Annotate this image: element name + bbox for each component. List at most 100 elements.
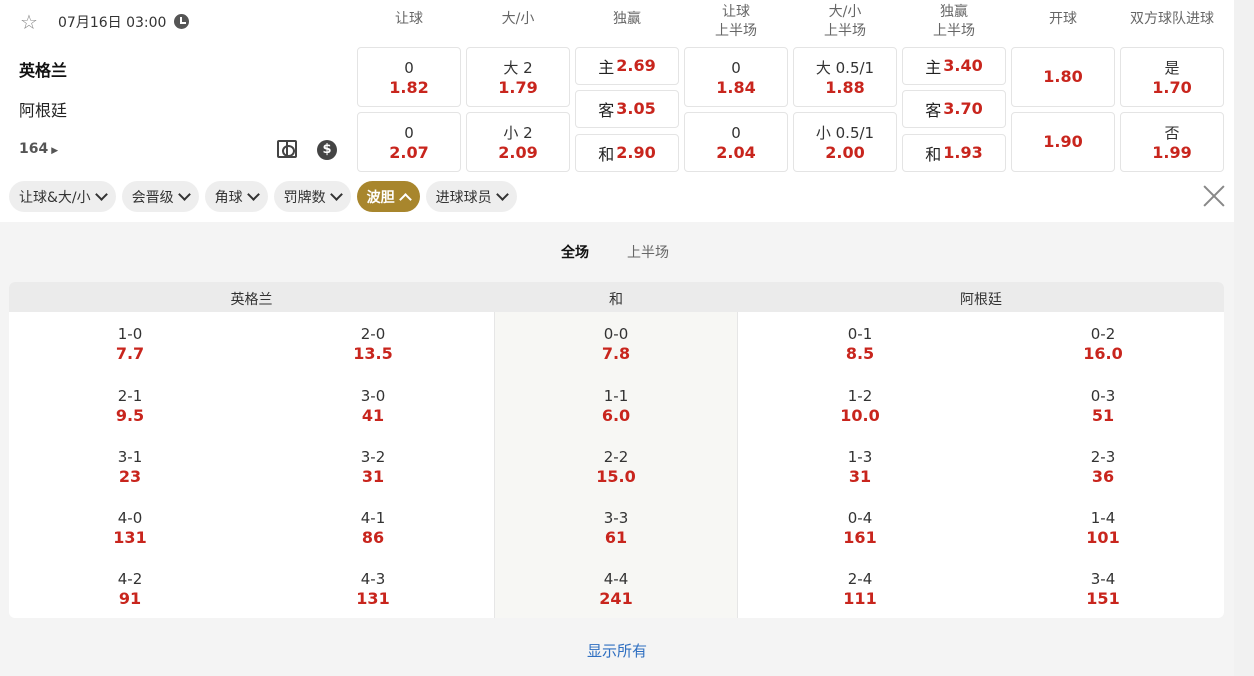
tab-full-time[interactable]: 全场 (561, 242, 589, 262)
odds-cell-kickoff-home[interactable]: 1.80 (1011, 47, 1115, 107)
odds-value: 2.00 (825, 143, 865, 162)
col-head-line1: 大/小 (501, 11, 535, 27)
filter-label: 让球&大/小 (19, 189, 91, 206)
col-head-line1: 开球 (1049, 11, 1077, 27)
score-cell[interactable]: 1-3 31 (800, 448, 920, 487)
odds-cell-1x2-home[interactable]: 主 2.69 (575, 47, 679, 85)
chevron-up-icon (398, 192, 412, 206)
favorite-star-icon[interactable]: ☆ (18, 11, 40, 33)
filter-bookings[interactable]: 罚牌数 (273, 181, 351, 212)
chevron-down-icon (94, 187, 108, 201)
close-icon[interactable] (1203, 185, 1225, 207)
odds-value: 36 (1091, 467, 1115, 486)
col-head-handicap: 让球 (357, 10, 461, 29)
match-datetime: 07月16日 03:00 (58, 15, 167, 31)
score-cell[interactable]: 4-0 131 (70, 509, 190, 548)
score-cell[interactable]: 3-2 31 (313, 448, 433, 487)
filter-handicap-total[interactable]: 让球&大/小 (9, 181, 116, 212)
score-label: 3-4 (1090, 570, 1116, 588)
odds-value: 1.79 (498, 78, 538, 97)
odds-cell-h1-handicap-away[interactable]: 0 2.04 (684, 112, 788, 172)
header-away: 阿根廷 (960, 292, 1002, 308)
score-label: 0-0 (603, 325, 629, 343)
odds-cell-btts-yes[interactable]: 是 1.70 (1120, 47, 1224, 107)
odds-cell-h1-1x2-away[interactable]: 客 3.70 (902, 90, 1006, 128)
score-cell[interactable]: 4-1 86 (313, 509, 433, 548)
score-label: 1-1 (603, 387, 629, 405)
score-cell[interactable]: 0-3 51 (1043, 387, 1163, 426)
odds-cell-btts-no[interactable]: 否 1.99 (1120, 112, 1224, 172)
col-head-h1-over-under: 大/小 上半场 (793, 3, 897, 41)
odds-cell-under[interactable]: 小 2 2.09 (466, 112, 570, 172)
filter-goalscorer[interactable]: 进球球员 (425, 181, 517, 212)
score-cell[interactable]: 1-2 10.0 (800, 387, 920, 426)
filter-corners[interactable]: 角球 (204, 181, 268, 212)
odds-value: 3.40 (943, 56, 983, 75)
handicap-line: 0 (404, 59, 414, 77)
match-header: ☆ 07月16日 03:00 英格兰 阿根廷 164 ▶ $ 让球 大/小 独赢 … (0, 0, 1234, 222)
score-label: 4-1 (360, 509, 386, 527)
score-cell[interactable]: 2-2 15.0 (556, 448, 676, 487)
odds-cell-handicap-home[interactable]: 0 1.82 (357, 47, 461, 107)
odds-value: 131 (356, 589, 390, 608)
odds-cell-kickoff-away[interactable]: 1.90 (1011, 112, 1115, 172)
score-cell[interactable]: 1-0 7.7 (70, 325, 190, 364)
dollar-icon[interactable]: $ (317, 140, 337, 160)
score-label: 1-2 (847, 387, 873, 405)
table-header: 英格兰 和 阿根廷 (9, 282, 1224, 312)
handicap-line: 0 (731, 124, 741, 142)
odds-cell-over[interactable]: 大 2 1.79 (466, 47, 570, 107)
outcome-label: 主 (598, 58, 615, 77)
score-cell[interactable]: 1-1 6.0 (556, 387, 676, 426)
col-head-line1: 让球 (722, 4, 750, 20)
odds-cell-h1-under[interactable]: 小 0.5/1 2.00 (793, 112, 897, 172)
score-cell[interactable]: 2-3 36 (1043, 448, 1163, 487)
score-label: 4-0 (117, 509, 143, 527)
chevron-down-icon (177, 187, 191, 201)
tab-first-half[interactable]: 上半场 (627, 242, 669, 262)
score-cell[interactable]: 0-2 16.0 (1043, 325, 1163, 364)
score-cell[interactable]: 0-0 7.8 (556, 325, 676, 364)
score-label: 0-2 (1090, 325, 1116, 343)
score-cell[interactable]: 3-3 61 (556, 509, 676, 548)
score-cell[interactable]: 3-1 23 (70, 448, 190, 487)
odds-value: 31 (848, 467, 872, 486)
odds-cell-h1-1x2-draw[interactable]: 和 1.93 (902, 134, 1006, 172)
score-cell[interactable]: 2-1 9.5 (70, 387, 190, 426)
odds-cell-1x2-away[interactable]: 客 3.05 (575, 90, 679, 128)
show-all-link[interactable]: 显示所有 (0, 640, 1234, 661)
col-head-line1: 双方球队进球 (1130, 11, 1214, 27)
odds-value: 15.0 (596, 467, 636, 486)
odds-cell-handicap-away[interactable]: 0 2.07 (357, 112, 461, 172)
score-cell[interactable]: 3-4 151 (1043, 570, 1163, 609)
scrollbar[interactable] (1234, 0, 1254, 676)
odds-cell-h1-handicap-home[interactable]: 0 1.84 (684, 47, 788, 107)
odds-cell-h1-over[interactable]: 大 0.5/1 1.88 (793, 47, 897, 107)
odds-value: 2.04 (716, 143, 756, 162)
score-cell[interactable]: 1-4 101 (1043, 509, 1163, 548)
pitch-icon[interactable] (277, 140, 297, 158)
outcome-label: 和 (925, 145, 942, 164)
odds-value: 111 (843, 589, 877, 608)
filter-to-qualify[interactable]: 会晋级 (121, 181, 199, 212)
correct-score-table: 英格兰 和 阿根廷 1-0 7.7 2-1 9.5 3-1 23 4-0 131 4-2 91 2-… (9, 282, 1224, 618)
score-cell[interactable]: 2-4 111 (800, 570, 920, 609)
score-cell[interactable]: 4-3 131 (313, 570, 433, 609)
score-cell[interactable]: 4-4 241 (556, 570, 676, 609)
score-cell[interactable]: 0-4 161 (800, 509, 920, 548)
filter-correct-score[interactable]: 波胆 (356, 181, 420, 212)
chevron-down-icon (329, 187, 343, 201)
odds-value: 1.70 (1152, 78, 1192, 97)
odds-cell-h1-1x2-home[interactable]: 主 3.40 (902, 47, 1006, 85)
more-markets-link[interactable]: 164 ▶ (19, 141, 58, 157)
odds-value: 2.69 (616, 56, 656, 75)
score-cell[interactable]: 4-2 91 (70, 570, 190, 609)
score-cell[interactable]: 2-0 13.5 (313, 325, 433, 364)
odds-value: 91 (118, 589, 142, 608)
col-head-kickoff: 开球 (1011, 10, 1115, 29)
score-cell[interactable]: 0-1 8.5 (800, 325, 920, 364)
col-head-line1: 大/小 (828, 4, 862, 20)
score-label: 0-1 (847, 325, 873, 343)
odds-cell-1x2-draw[interactable]: 和 2.90 (575, 134, 679, 172)
score-cell[interactable]: 3-0 41 (313, 387, 433, 426)
